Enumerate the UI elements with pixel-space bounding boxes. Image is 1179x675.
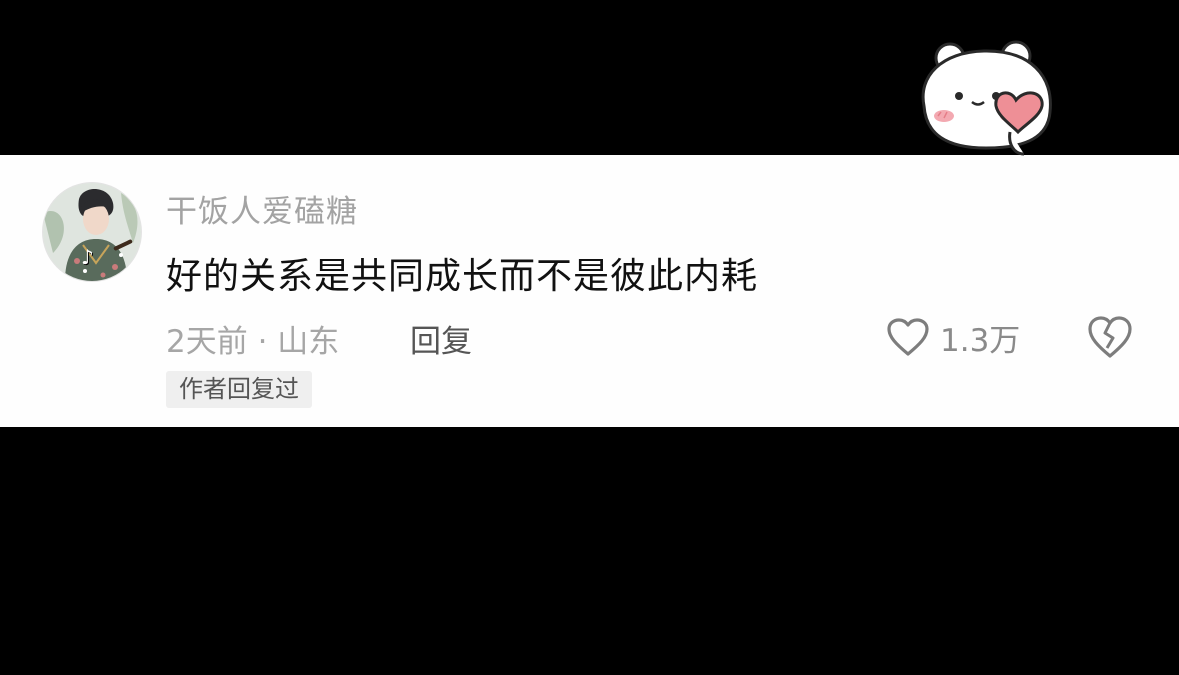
dislike-button[interactable] [1086, 314, 1134, 360]
bear-heart-sticker [912, 36, 1062, 164]
avatar[interactable]: ♪ [43, 183, 141, 281]
comment-text: 好的关系是共同成长而不是彼此内耗 [166, 256, 759, 297]
blurred-caption [488, 628, 688, 664]
heart-outline-icon [887, 318, 929, 356]
comment-time-location: 2天前 · 山东 [166, 324, 340, 360]
reply-button[interactable]: 回复 [410, 316, 472, 361]
tiktok-logo-icon: ♪ [81, 245, 94, 269]
broken-heart-icon [1088, 316, 1132, 358]
like-button[interactable]: 1.3万 [886, 314, 1020, 360]
like-count: 1.3万 [940, 322, 1021, 359]
username[interactable]: 干饭人爱磕糖 [166, 186, 358, 231]
author-replied-badge: 作者回复过 [166, 371, 312, 408]
